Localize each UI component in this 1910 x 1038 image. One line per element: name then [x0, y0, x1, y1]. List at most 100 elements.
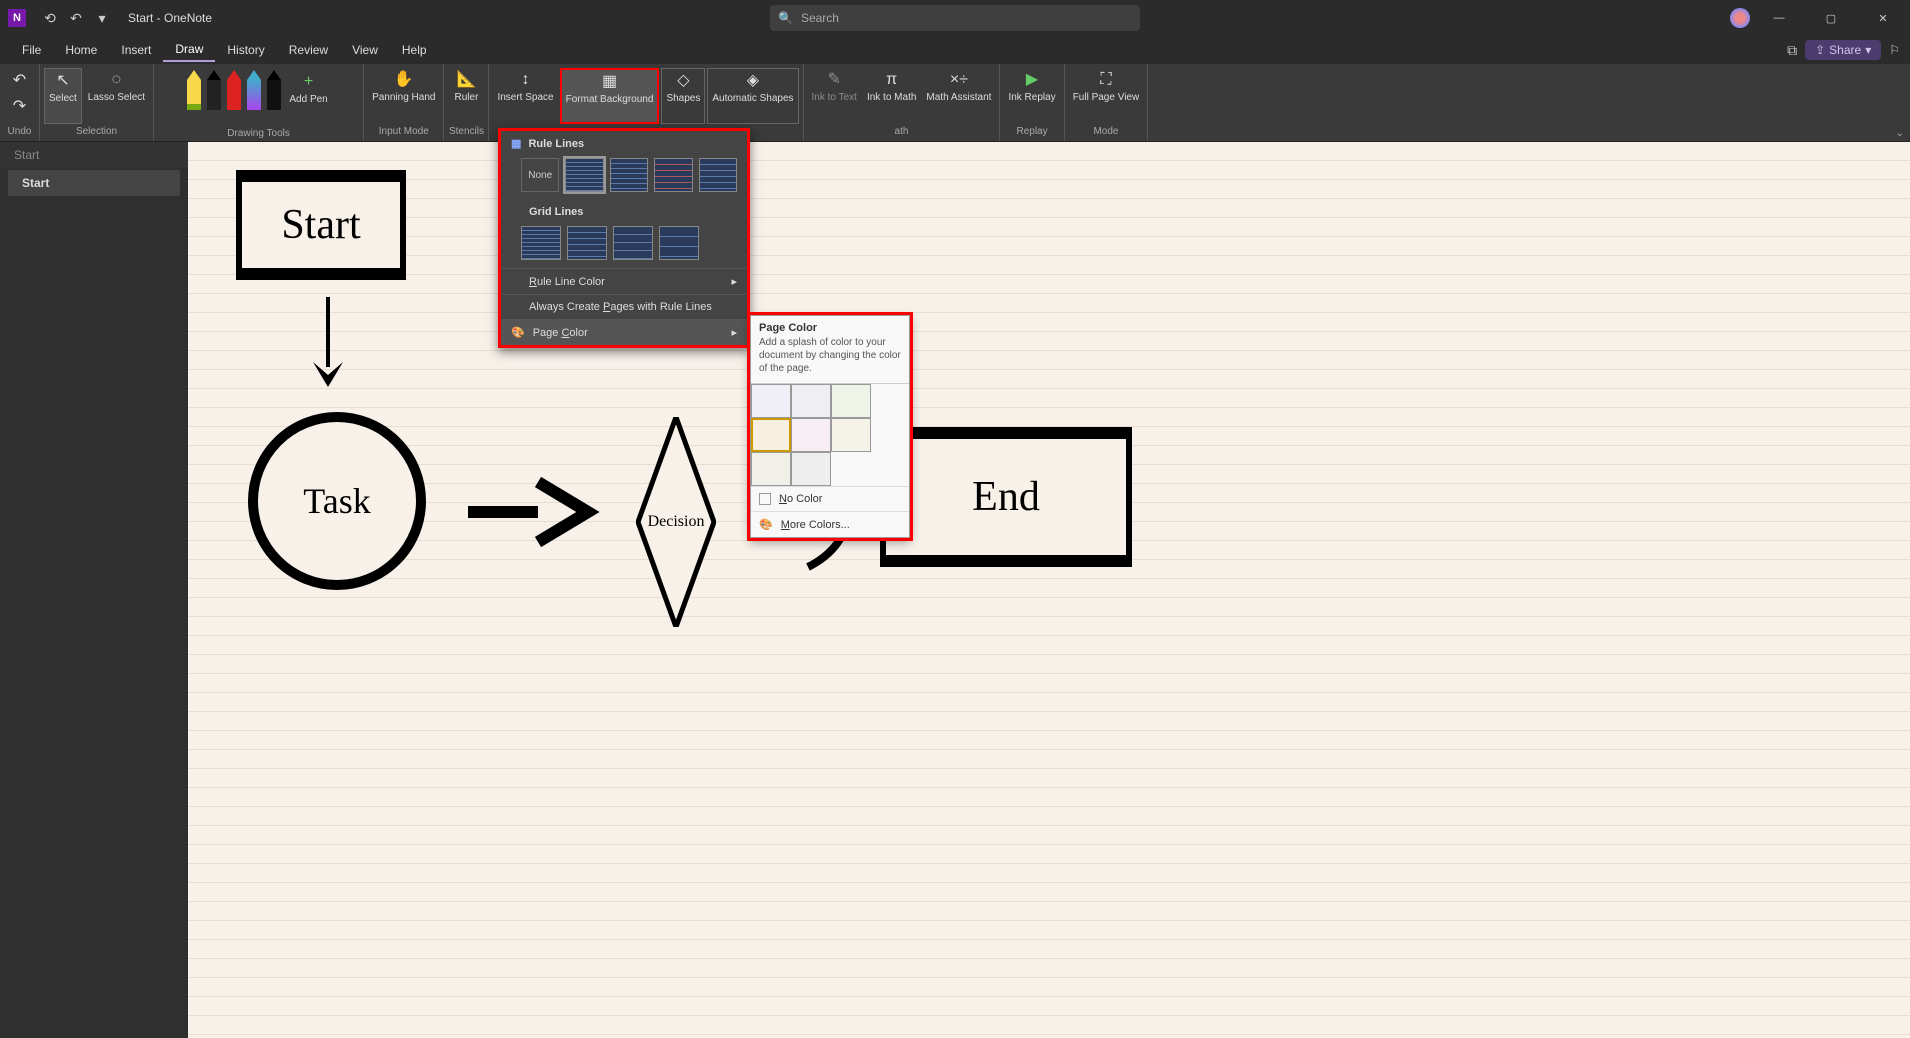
- color-4[interactable]: [791, 418, 831, 452]
- comments-icon[interactable]: ⚐: [1889, 43, 1900, 57]
- minimize-button[interactable]: —: [1756, 0, 1802, 36]
- user-avatar[interactable]: [1730, 8, 1750, 28]
- page-item-0[interactable]: Start: [0, 142, 188, 168]
- shapes-button[interactable]: ◇ Shapes: [661, 68, 705, 124]
- ink-replay-button[interactable]: ▶ Ink Replay: [1004, 68, 1059, 124]
- more-colors-item[interactable]: 🎨 More Colors...: [751, 511, 909, 537]
- fullpage-label: Full Page View: [1073, 92, 1140, 103]
- stencils-group: 📐 Ruler Stencils: [444, 64, 489, 141]
- rule-none[interactable]: None: [521, 158, 559, 192]
- pen-galaxy[interactable]: [247, 70, 261, 110]
- flyout-title: Page Color: [751, 316, 909, 336]
- auto-shapes-label: Automatic Shapes: [712, 93, 793, 104]
- color-3[interactable]: [751, 418, 791, 452]
- undo-button[interactable]: ↶: [64, 6, 88, 30]
- ink-to-math-button[interactable]: π Ink to Math: [863, 68, 920, 124]
- more-colors-label: More Colors...: [781, 519, 850, 531]
- mode-group: ⛶ Full Page View Mode: [1065, 64, 1149, 141]
- rule-wide[interactable]: [699, 158, 737, 192]
- hand-icon: ✋: [394, 70, 414, 90]
- undo-group-label: Undo: [8, 124, 32, 139]
- maximize-button[interactable]: ▢: [1808, 0, 1854, 36]
- grid-xlarge[interactable]: [659, 226, 699, 260]
- lasso-button[interactable]: ◌ Lasso Select: [84, 68, 149, 124]
- color-7[interactable]: [791, 452, 831, 486]
- close-button[interactable]: ✕: [1860, 0, 1906, 36]
- present-icon[interactable]: ⧉: [1787, 42, 1797, 59]
- grid-large[interactable]: [613, 226, 653, 260]
- format-bg-label: Format Background: [566, 94, 654, 105]
- search-placeholder: Search: [801, 11, 839, 25]
- ink-to-text-button: ✎ Ink to Text: [808, 68, 861, 124]
- auto-shapes-button[interactable]: ◈ Automatic Shapes: [707, 68, 798, 124]
- undo-button[interactable]: ↶: [6, 68, 34, 94]
- pen-black[interactable]: [207, 70, 221, 110]
- math-assistant-button[interactable]: ×÷ Math Assistant: [922, 68, 995, 124]
- tab-file[interactable]: File: [10, 39, 53, 61]
- ruler-label: Ruler: [455, 92, 479, 103]
- full-page-button[interactable]: ⛶ Full Page View: [1069, 68, 1144, 124]
- redo-button[interactable]: ↷: [6, 94, 34, 120]
- undo-icon: ↶: [10, 71, 30, 91]
- inputmode-group-label: Input Mode: [379, 124, 429, 139]
- panning-button[interactable]: ✋ Panning Hand: [368, 68, 439, 124]
- input-mode-group: ✋ Panning Hand Input Mode: [364, 64, 444, 141]
- tab-view[interactable]: View: [340, 39, 390, 61]
- always-label: Always Create Pages with Rule Lines: [529, 301, 712, 313]
- rule-narrow[interactable]: [565, 158, 603, 192]
- rule-line-color-item[interactable]: Rule Line Color ▸: [501, 268, 747, 294]
- color-1[interactable]: [791, 384, 831, 418]
- qat-dropdown[interactable]: ▾: [90, 6, 114, 30]
- insert-space-button[interactable]: ↕ Insert Space: [493, 68, 557, 124]
- shape-decision[interactable]: Decision: [636, 417, 716, 627]
- pen-red[interactable]: [227, 70, 241, 110]
- tab-home[interactable]: Home: [53, 39, 109, 61]
- math-assist-icon: ×÷: [949, 70, 969, 90]
- tab-draw[interactable]: Draw: [163, 38, 215, 62]
- tab-help[interactable]: Help: [390, 39, 439, 61]
- color-5[interactable]: [831, 418, 871, 452]
- share-icon: ⇪: [1815, 43, 1825, 57]
- format-background-button[interactable]: ▦ Format Background: [560, 68, 660, 124]
- tab-insert[interactable]: Insert: [109, 39, 163, 61]
- ruler-button[interactable]: 📐 Ruler: [448, 68, 484, 124]
- mode-group-label: Mode: [1093, 124, 1118, 139]
- shape-task[interactable]: Task: [248, 412, 426, 590]
- share-label: Share: [1829, 43, 1861, 57]
- grid-medium[interactable]: [567, 226, 607, 260]
- rule-college[interactable]: [610, 158, 648, 192]
- rule-lines-icon: ▦: [511, 138, 521, 150]
- canvas[interactable]: Start Task Decision End: [188, 142, 1910, 1038]
- shape-start[interactable]: Start: [236, 170, 406, 280]
- color-6[interactable]: [751, 452, 791, 486]
- tab-history[interactable]: History: [215, 39, 276, 61]
- grid-small[interactable]: [521, 226, 561, 260]
- rule-lines-row: None: [501, 154, 747, 200]
- add-pen-button[interactable]: + Add Pen: [285, 70, 331, 126]
- search-box[interactable]: 🔍 Search: [770, 5, 1140, 31]
- ink-math-icon: π: [882, 70, 902, 90]
- flyout-desc: Add a splash of color to your document b…: [751, 336, 909, 383]
- shape-end[interactable]: End: [880, 427, 1132, 567]
- page-color-item[interactable]: 🎨Page Color ▸: [501, 319, 747, 345]
- tab-review[interactable]: Review: [277, 39, 340, 61]
- document-title: Start - OneNote: [128, 11, 212, 25]
- pen-black2[interactable]: [267, 70, 281, 110]
- select-button[interactable]: ↖ Select: [44, 68, 82, 124]
- format-bg-icon: ▦: [600, 72, 620, 92]
- color-2[interactable]: [831, 384, 871, 418]
- always-create-item[interactable]: Always Create Pages with Rule Lines: [501, 294, 747, 319]
- ink-text-icon: ✎: [824, 70, 844, 90]
- pen-yellow[interactable]: [187, 70, 201, 110]
- share-button[interactable]: ⇪ Share ▾: [1805, 40, 1881, 60]
- replay-icon: ▶: [1022, 70, 1042, 90]
- no-color-item[interactable]: No Color: [751, 486, 909, 511]
- grid-lines-row: [501, 222, 747, 268]
- back-button[interactable]: ⟲: [38, 6, 62, 30]
- search-icon: 🔍: [778, 11, 793, 25]
- page-item-1[interactable]: Start: [8, 170, 180, 196]
- color-0[interactable]: [751, 384, 791, 418]
- insert-space-label: Insert Space: [497, 92, 553, 103]
- ribbon-collapse-button[interactable]: ⌄: [1896, 128, 1904, 139]
- rule-standard[interactable]: [654, 158, 692, 192]
